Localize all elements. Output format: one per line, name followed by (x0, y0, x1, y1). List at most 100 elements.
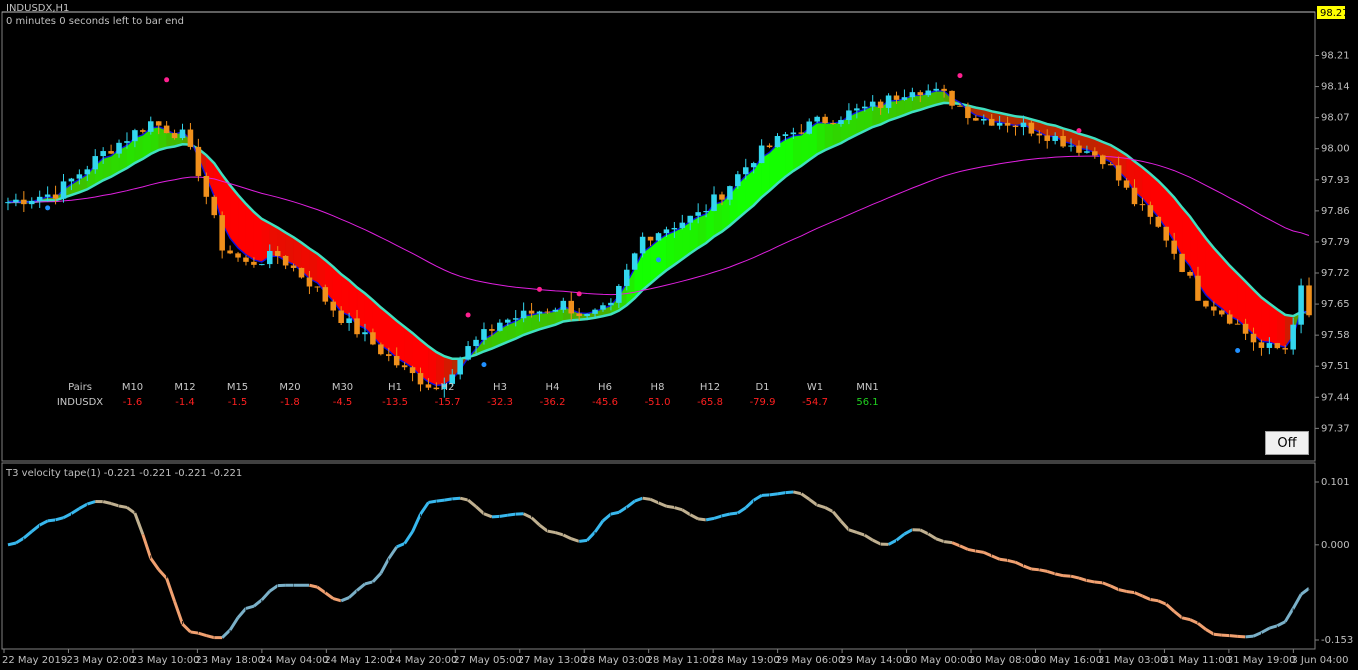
candle-body (631, 253, 638, 270)
candle-body (282, 255, 289, 266)
x-tick-label: 31 May 03:00 (1098, 655, 1167, 666)
y-tick-label: 97.51 (1321, 361, 1350, 372)
tape-segment (666, 504, 675, 510)
candle-body (314, 286, 321, 288)
tape-segment (777, 491, 786, 496)
candle-body (338, 310, 344, 323)
tape-segment (309, 583, 318, 589)
candle-body (1115, 165, 1122, 181)
candle-body (901, 97, 908, 100)
candle-body (92, 156, 99, 170)
off-button[interactable]: Off (1265, 431, 1309, 455)
x-tick-label: 22 May 2019 (2, 655, 67, 666)
tape-segment (499, 513, 508, 518)
table-value: -15.7 (435, 397, 461, 408)
candle-body (790, 132, 797, 135)
candle-body (671, 227, 678, 230)
candle-body (290, 265, 297, 268)
candle-body (1211, 306, 1217, 311)
candle-body (814, 116, 820, 122)
table-value: -36.2 (540, 397, 566, 408)
candle-body (433, 387, 440, 390)
sub-window (1, 462, 1316, 650)
sub-y-tick-label: 0.000 (1321, 540, 1350, 551)
tape-segment (769, 492, 778, 497)
table-header: H8 (651, 382, 665, 393)
candle-body (330, 301, 337, 311)
table-value: -54.7 (802, 397, 828, 408)
tape-segment (967, 547, 977, 553)
signal-dot (164, 77, 170, 83)
candle-body (401, 365, 408, 368)
x-tick-label: 31 May 11:00 (1162, 655, 1231, 666)
candle-body (243, 257, 249, 262)
candle-body (1298, 285, 1304, 325)
candle-body (1234, 323, 1241, 325)
candle-body (1187, 271, 1193, 276)
candle-body (465, 346, 471, 360)
candle-body (885, 95, 892, 108)
tape-segment (205, 634, 215, 640)
signal-dot (481, 362, 487, 368)
candle-body (703, 211, 709, 213)
candle-body (322, 287, 329, 302)
tape-segment (1031, 567, 1040, 572)
x-tick-label: 28 May 11:00 (647, 655, 716, 666)
x-tick-label: 30 May 08:00 (969, 655, 1038, 666)
table-header: MN1 (856, 382, 878, 393)
candle-body (1147, 205, 1154, 217)
tape-segment (1213, 632, 1222, 637)
candle-body (1052, 135, 1058, 141)
tape-segment (1181, 616, 1191, 622)
x-tick-label: 24 May 20:00 (389, 655, 458, 666)
candle-body (1139, 204, 1146, 206)
table-value: -1.8 (280, 397, 300, 408)
table-value: -1.5 (228, 397, 248, 408)
table-header: H1 (388, 382, 402, 393)
candle-body (1044, 135, 1051, 141)
candle-body (1171, 240, 1177, 254)
candle-body (512, 318, 519, 320)
candle-body (195, 146, 202, 176)
y-tick-label: 97.44 (1321, 392, 1350, 403)
y-tick-label: 98.00 (1321, 144, 1350, 155)
velocity-axis: 0.101 0.000 -0.153 (1315, 477, 1353, 646)
candle-body (362, 332, 368, 335)
signal-dot (576, 291, 582, 297)
tape-segment (1118, 588, 1127, 593)
candle-body (552, 309, 559, 312)
candle-body (782, 134, 789, 136)
candle-body (647, 236, 654, 241)
candle-body (251, 261, 257, 265)
table-header: W1 (807, 382, 823, 393)
x-tick-label: 27 May 13:00 (518, 655, 587, 666)
candle-body (965, 106, 971, 119)
candle-body (116, 142, 122, 154)
candle-body (568, 300, 575, 314)
tape-segment (1245, 634, 1254, 639)
tape-segment (729, 511, 739, 516)
candle-body (298, 267, 305, 278)
tape-segment (1054, 572, 1064, 578)
table-header: M15 (227, 382, 248, 393)
tape-segment (721, 512, 731, 518)
table-header: M30 (332, 382, 353, 393)
table-value: -1.4 (175, 397, 195, 408)
candle-body (1076, 145, 1082, 153)
signal-dot (465, 312, 471, 318)
signal-dot (45, 205, 51, 211)
candle-body (735, 174, 741, 187)
signal-dot (957, 73, 963, 79)
tape-segment (7, 541, 17, 547)
tape-segment (459, 496, 469, 502)
signal-dot (537, 286, 542, 292)
tape-segment (578, 538, 588, 543)
candle-body (584, 313, 590, 317)
candle-body (44, 194, 51, 197)
candle-body (274, 251, 281, 256)
tape-segment (102, 500, 112, 505)
candle-body (679, 222, 686, 228)
subwindow-title: T3 velocity tape(1) -0.221 -0.221 -0.221… (5, 468, 242, 479)
candle-body (1218, 310, 1225, 315)
candle-body (1084, 151, 1090, 153)
